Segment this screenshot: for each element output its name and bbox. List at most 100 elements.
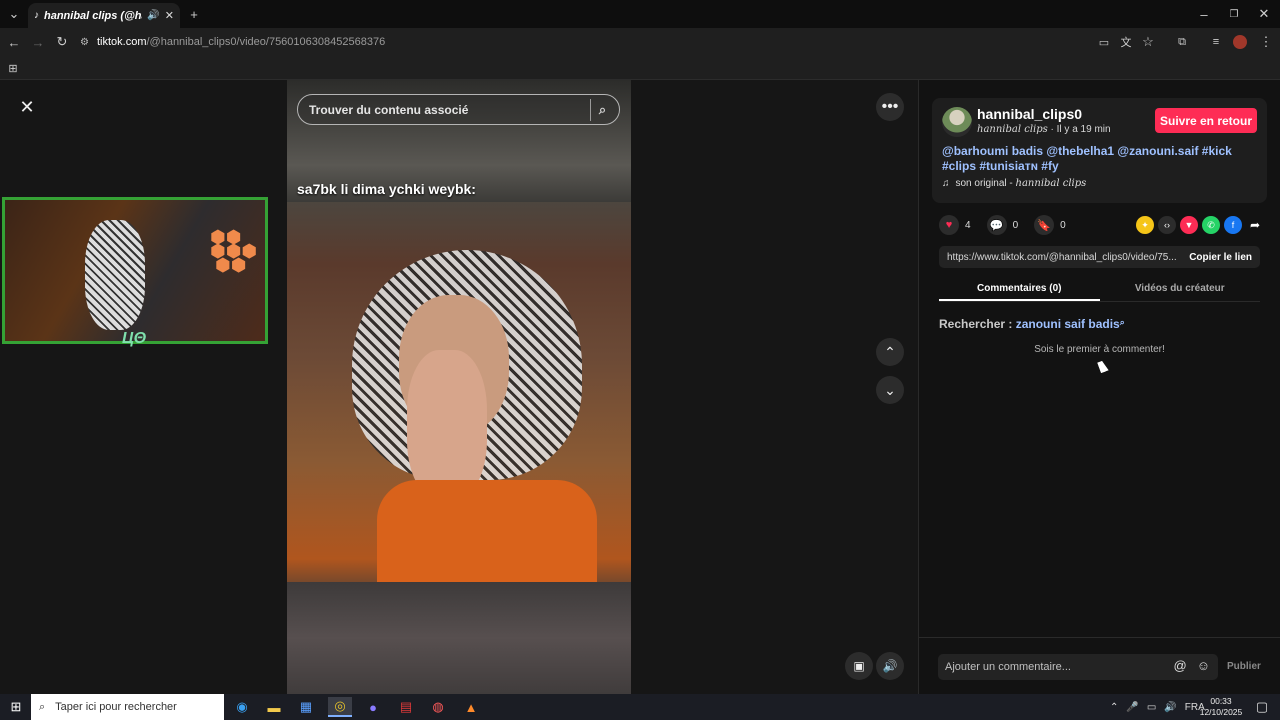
app-icon[interactable]: ▲ [459, 697, 483, 717]
audio-icon[interactable]: 🔊 [147, 10, 159, 21]
embed-icon[interactable]: ‹› [1158, 216, 1176, 234]
time-ago: · Il y a 19 min [1047, 124, 1111, 135]
obs-icon[interactable]: ◍ [426, 697, 450, 717]
empty-comments-message: Sois le premier à commenter! [1034, 344, 1165, 355]
url-path: /@hannibal_clips0/video/7560106308452568… [146, 36, 386, 48]
video-link: https://www.tiktok.com/@hannibal_clips0/… [947, 251, 1177, 263]
menu-icon[interactable]: ⋮ [1256, 32, 1276, 52]
username[interactable]: hannibal_clips0 [977, 106, 1082, 122]
new-tab-icon[interactable]: + [184, 4, 204, 24]
tab-creator-videos[interactable]: Vidéos du créateur [1100, 278, 1261, 301]
related-search-input[interactable]: Trouver du contenu associé ⌕ [297, 94, 620, 125]
taskbar-search-box[interactable]: ⌕ Taper ici pour rechercher [31, 694, 224, 720]
windows-taskbar: ⊞ ⌕ Taper ici pour rechercher ◉ ▬ ▦ ◎ ● … [0, 694, 1280, 720]
webcam-logo: ЦΘ [122, 330, 147, 347]
restore-icon[interactable]: ❐ [1224, 4, 1244, 24]
comment-input[interactable]: Ajouter un commentaire... @ ☺ [938, 654, 1218, 680]
publish-button[interactable]: Publier [1227, 661, 1261, 672]
music-prefix: son original - [955, 178, 1016, 189]
video-info-card: hannibal_clips0 hannibal clips · Il y a … [932, 98, 1267, 203]
comment-bar: Ajouter un commentaire... @ ☺ Publier [919, 637, 1280, 694]
copy-link-button[interactable]: Copier le lien [1189, 252, 1252, 263]
minimize-icon[interactable]: – [1194, 4, 1214, 24]
music-line[interactable]: ♫ son original - hannibal clips [942, 178, 1086, 189]
profile-avatar[interactable] [1233, 35, 1247, 49]
url-host: tiktok.com [96, 36, 147, 48]
mini-player-icon[interactable]: ▣ [845, 652, 873, 680]
system-tray: ⌃ 🎤 ▭ 🔊 FRA [1110, 694, 1205, 720]
extensions-icon[interactable]: ⧉ [1172, 32, 1192, 52]
avatar[interactable] [942, 107, 972, 137]
address-bar[interactable]: ⚙ tiktok.com/@hannibal_clips0/video/7560… [80, 32, 1170, 52]
coin-icon[interactable]: ✦ [1136, 216, 1154, 234]
chrome-icon[interactable]: ◎ [328, 697, 352, 717]
hexagon-lights: ⬢⬢ ⬢⬢⬢ ⬢⬢ [210, 227, 258, 275]
more-options-icon[interactable]: ••• [876, 93, 904, 121]
close-icon[interactable]: ✕ [13, 93, 41, 121]
video-subject-shirt [377, 480, 597, 590]
facebook-icon[interactable]: f [1224, 216, 1242, 234]
previous-video-icon[interactable]: ⌃ [876, 338, 904, 366]
video-description[interactable]: @barhoumi badis @thebelha1 @zanouni.saif… [942, 144, 1262, 174]
comment-count: 0 [1012, 219, 1019, 231]
discord-icon[interactable]: ● [361, 697, 385, 717]
next-video-icon[interactable]: ⌄ [876, 376, 904, 404]
like-count: 4 [965, 219, 971, 231]
clock-time: 00:33 [1210, 696, 1232, 706]
tab-comments[interactable]: Commentaires (0) [939, 278, 1100, 301]
like-icon[interactable]: ♥ [939, 215, 959, 235]
whatsapp-icon[interactable]: ✆ [1202, 216, 1220, 234]
action-row: ♥ 4 💬 0 🔖 0 [939, 214, 1066, 236]
close-tab-icon[interactable]: ✕ [165, 9, 174, 22]
image-search-icon[interactable]: ⌕ [590, 99, 614, 121]
comment-icon[interactable]: 💬 [986, 215, 1007, 235]
back-icon[interactable]: ← [4, 32, 24, 52]
follow-button[interactable]: Suivre en retour [1155, 108, 1257, 133]
volume-icon[interactable]: 🔊 [876, 652, 904, 680]
taskbar-search-placeholder: Taper ici pour rechercher [55, 701, 177, 713]
send-icon[interactable]: ▼ [1180, 216, 1198, 234]
tab-title: hannibal clips (@hannibal_ [44, 9, 142, 22]
tab-list-icon[interactable]: ⌄ [4, 4, 24, 24]
show-hidden-icons-icon[interactable]: ⌃ [1110, 702, 1118, 713]
emoji-icon[interactable]: ☺ [1197, 658, 1210, 673]
save-icon[interactable]: 🔖 [1034, 215, 1055, 235]
tiktok-icon: ♪ [34, 10, 39, 21]
close-window-icon[interactable]: ✕ [1254, 4, 1274, 24]
nickname: hannibal clips [977, 124, 1048, 135]
search-suggestion[interactable]: Rechercher : zanouni saif badis⌕ [939, 317, 1125, 331]
browser-tab[interactable]: ♪ hannibal clips (@hannibal_ 🔊 ✕ [28, 3, 180, 28]
related-search-placeholder: Trouver du contenu associé [309, 102, 469, 117]
copy-link-box: https://www.tiktok.com/@hannibal_clips0/… [939, 246, 1260, 268]
reload-icon[interactable]: ↻ [52, 32, 72, 52]
video-stage: sa7bk li dima ychki weybk: Trouver du co… [0, 80, 918, 694]
apps-grid-icon[interactable]: ⊞ [3, 58, 23, 78]
store-icon[interactable]: ▦ [294, 697, 318, 717]
microphone-icon[interactable]: 🎤 [1126, 702, 1138, 713]
edge-icon[interactable]: ◉ [230, 697, 254, 717]
volume-tray-icon[interactable]: 🔊 [1164, 702, 1176, 713]
search-prefix: Rechercher : [939, 317, 1016, 331]
author-subline: hannibal clips · Il y a 19 min [977, 124, 1111, 135]
media-control-icon[interactable]: ≡ [1206, 32, 1226, 52]
windows-start-icon[interactable]: ⊞ [4, 697, 28, 717]
notifications-icon[interactable]: ▢ [1250, 697, 1274, 717]
site-info-icon[interactable]: ⚙ [80, 37, 89, 48]
network-icon[interactable]: ▭ [1147, 702, 1156, 713]
music-author: hannibal clips [1015, 178, 1087, 189]
share-row: ✦ ‹› ▼ ✆ f ➦ [1136, 216, 1264, 234]
webcam-overlay: ⬢⬢ ⬢⬢⬢ ⬢⬢ ЦΘ [2, 197, 268, 347]
clock-date: 12/10/2025 [1199, 707, 1243, 717]
clock[interactable]: 00:33 12/10/2025 [1198, 696, 1244, 718]
comment-placeholder: Ajouter un commentaire... [945, 661, 1071, 673]
video-frame-bottom [287, 582, 631, 694]
movie-maker-icon[interactable]: ▤ [394, 697, 418, 717]
video-player[interactable]: sa7bk li dima ychki weybk: [287, 80, 631, 694]
save-count: 0 [1060, 219, 1066, 231]
share-arrow-icon[interactable]: ➦ [1246, 216, 1264, 234]
forward-icon[interactable]: → [28, 32, 48, 52]
bookmarks-bar: ⊞ [0, 56, 1280, 80]
file-explorer-icon[interactable]: ▬ [262, 697, 286, 717]
webcam-person [85, 220, 145, 330]
mention-icon[interactable]: @ [1174, 658, 1187, 673]
